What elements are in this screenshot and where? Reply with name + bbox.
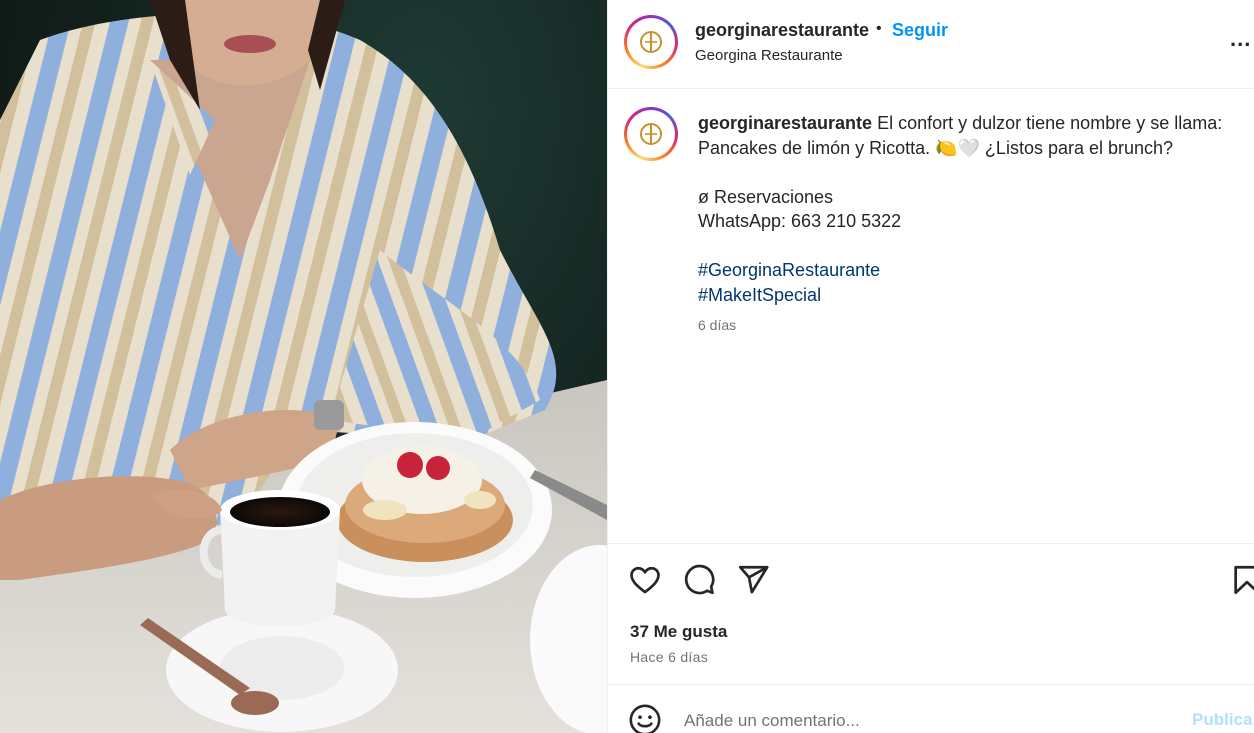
profile-subtitle: Georgina Restaurante — [695, 47, 843, 64]
hashtag-makeitspecial[interactable]: #MakeItSpecial — [698, 283, 1253, 308]
emoji-icon[interactable] — [628, 703, 662, 733]
post-date: Hace 6 días — [630, 649, 709, 665]
comment-input[interactable] — [684, 708, 1164, 733]
more-icon[interactable]: ... — [1230, 26, 1251, 52]
avatar[interactable] — [624, 15, 678, 69]
comment-composer: Publica — [608, 686, 1254, 733]
caption-line-1: El confort y dulzor tiene nombre y se ll… — [877, 113, 1223, 133]
restaurant-logo-icon — [640, 31, 662, 53]
publish-button[interactable]: Publica — [1192, 710, 1252, 730]
likes-count[interactable]: 37 Me gusta — [630, 622, 727, 642]
post-header: georginarestaurante • Seguir Georgina Re… — [608, 0, 1254, 89]
caption-whatsapp: WhatsApp: 663 210 5322 — [698, 211, 902, 231]
heart-icon[interactable] — [628, 563, 662, 597]
hashtag-georginarestaurante[interactable]: #GeorginaRestaurante — [698, 258, 1253, 283]
photo-illustration — [0, 0, 607, 733]
caption-section: georginarestaurante El confort y dulzor … — [608, 89, 1254, 544]
caption-text: georginarestaurante El confort y dulzor … — [698, 111, 1253, 307]
restaurant-logo-icon — [640, 123, 662, 145]
caption-timestamp: 6 días — [698, 317, 737, 333]
comment-icon[interactable] — [682, 563, 716, 597]
action-bar: 37 Me gusta Hace 6 días — [608, 544, 1254, 685]
post-photo — [0, 0, 607, 733]
caption-reservations: ø Reservaciones — [698, 186, 834, 207]
separator-dot: • — [876, 20, 882, 37]
username-link[interactable]: georginarestaurante — [695, 20, 869, 41]
post-details-panel: georginarestaurante • Seguir Georgina Re… — [607, 0, 1254, 733]
caption-line-2: Pancakes de limón y Ricotta. 🍋🤍 ¿Listos … — [698, 137, 1174, 158]
share-icon[interactable] — [736, 563, 770, 597]
bookmark-icon[interactable] — [1230, 563, 1254, 597]
follow-button[interactable]: Seguir — [892, 20, 948, 41]
caption-avatar[interactable] — [624, 107, 678, 161]
caption-username[interactable]: georginarestaurante — [698, 113, 872, 133]
